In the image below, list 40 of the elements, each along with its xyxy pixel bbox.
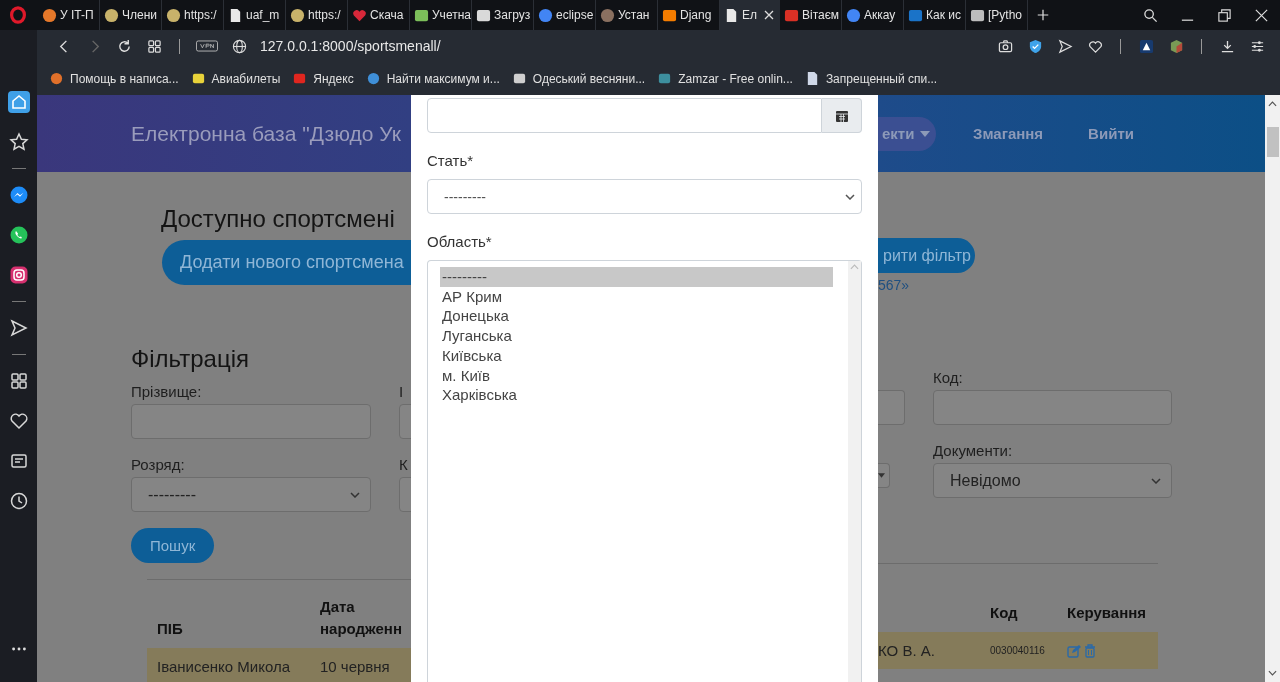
table-row[interactable]: Іванисенко Микола 10 червня [147, 648, 411, 682]
column-header: ПІБ [156, 619, 184, 639]
list-option[interactable]: --------- [440, 267, 833, 287]
list-option[interactable]: м. Київ [440, 365, 833, 386]
field-label: Код: [933, 369, 964, 388]
list-option[interactable]: Харківська [440, 385, 833, 405]
bookmark[interactable]: Авиабилеты [190, 71, 281, 86]
field-label: К [399, 456, 409, 475]
table-cell-text: 0030040116 [990, 645, 1046, 656]
bookmark[interactable]: Zamzar - Free onlin... [657, 71, 793, 86]
field-label: Розряд: [131, 456, 186, 475]
column-header: Керування [1067, 603, 1147, 623]
address-field[interactable]: 127.0.0.1:8000/sportsmenall/ [260, 38, 441, 54]
select-field[interactable]: Невідомо [933, 463, 1172, 498]
bookmark[interactable]: Помощь в написа... [49, 71, 179, 86]
field-label: Прізвище: [131, 383, 203, 402]
bookmark[interactable]: Яндекс [292, 71, 354, 86]
bookmark[interactable]: Запрещенный спи... [804, 71, 938, 86]
field-label: Документи: [933, 442, 1014, 461]
select-field[interactable]: --------- [131, 477, 371, 512]
bookmark[interactable]: Одеський весняни... [511, 71, 646, 86]
column-header: Код [990, 603, 1019, 623]
table-cell-text: КО В. А. [878, 642, 936, 659]
list-box[interactable]: --------- АР Крим Донецька Луганська Київська м. Київ Харківська [427, 260, 862, 682]
list-option[interactable]: Донецька [440, 306, 833, 327]
browser-tab[interactable]: Ел [720, 0, 780, 30]
bookmark[interactable]: Найти максимум и... [365, 71, 500, 86]
table-cell-text: 10 червня [320, 658, 391, 675]
list-option[interactable]: АР Крим [440, 286, 833, 307]
list-option[interactable]: Луганська [440, 326, 833, 346]
column-header: Дата народженн [320, 597, 403, 639]
field-label: Область* [427, 233, 493, 252]
page-heading: Доступно спортсмені [161, 205, 396, 233]
table-cell-text: Іванисенко Микола [156, 658, 292, 675]
site-title[interactable]: Електронна база "Дзюдо Ук [131, 121, 401, 146]
field-label: Стать* [427, 152, 475, 171]
select-field[interactable]: --------- [427, 179, 862, 214]
filter-heading: Фільтрація [131, 345, 250, 373]
list-option[interactable]: Київська [440, 345, 833, 366]
field-label: І [399, 383, 405, 402]
